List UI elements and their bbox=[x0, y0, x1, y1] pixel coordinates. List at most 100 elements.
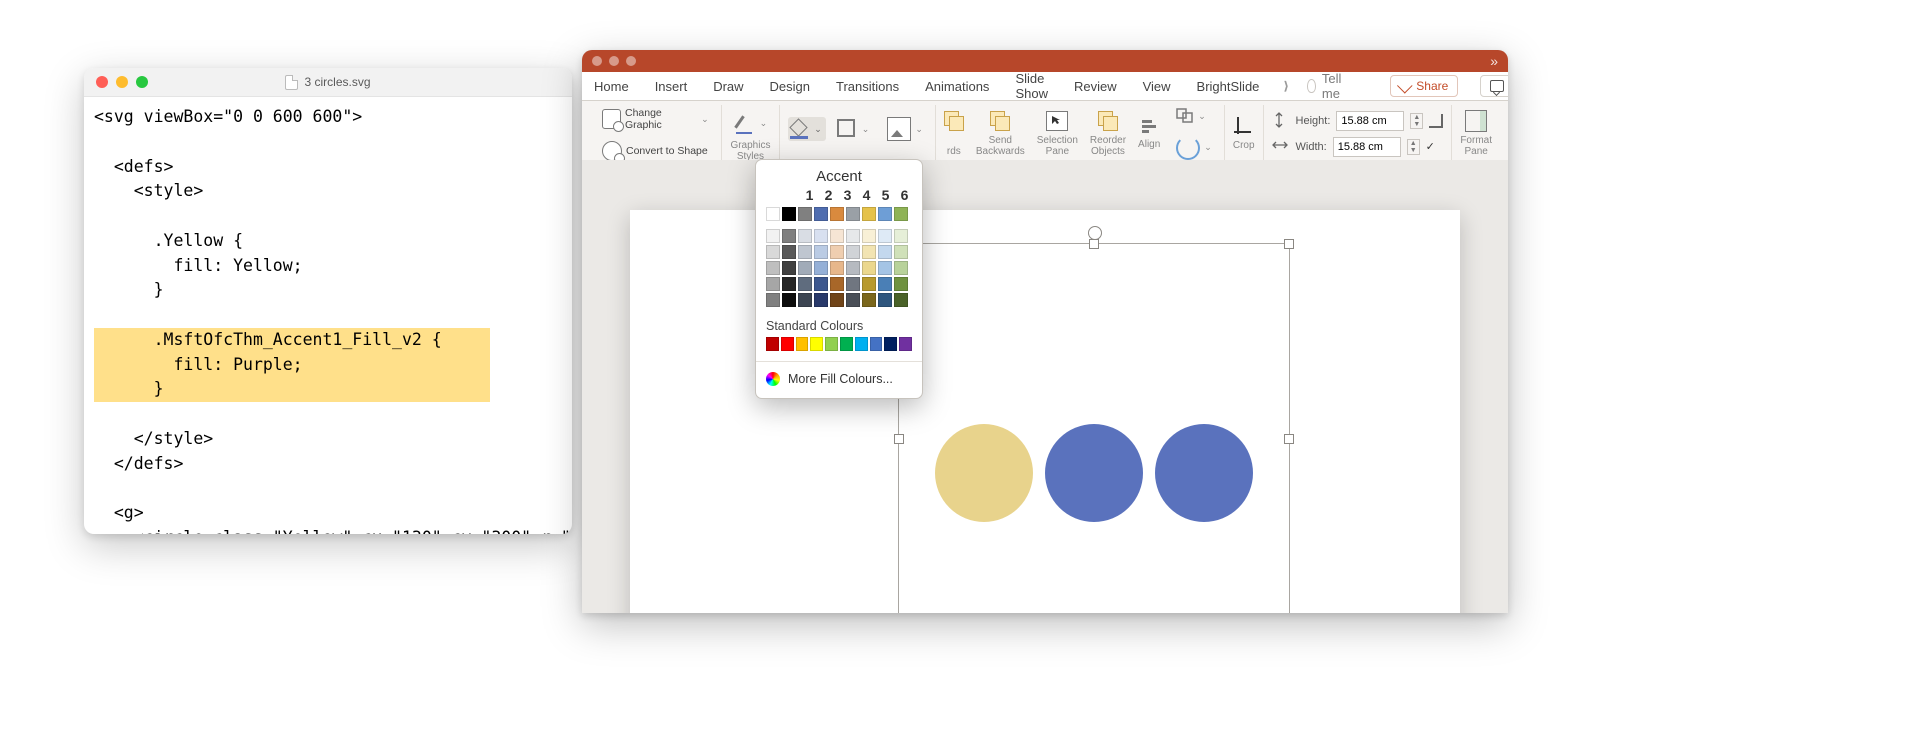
color-swatch[interactable] bbox=[781, 337, 794, 351]
selection-pane-icon[interactable] bbox=[1046, 111, 1068, 131]
color-swatch[interactable] bbox=[846, 229, 860, 243]
color-swatch[interactable] bbox=[766, 229, 780, 243]
color-swatch[interactable] bbox=[899, 337, 912, 351]
color-swatch[interactable] bbox=[830, 261, 844, 275]
color-swatch[interactable] bbox=[798, 229, 812, 243]
color-swatch[interactable] bbox=[782, 293, 796, 307]
color-swatch[interactable] bbox=[846, 293, 860, 307]
height-stepper[interactable]: ▲▼ bbox=[1410, 113, 1423, 129]
color-swatch[interactable] bbox=[782, 277, 796, 291]
color-swatch[interactable] bbox=[814, 229, 828, 243]
comments-button[interactable]: Comments bbox=[1480, 75, 1508, 97]
align-icon[interactable] bbox=[1140, 117, 1158, 135]
reorder-icon[interactable] bbox=[1098, 111, 1118, 131]
color-swatch[interactable] bbox=[846, 277, 860, 291]
color-swatch[interactable] bbox=[782, 245, 796, 259]
color-swatch[interactable] bbox=[894, 261, 908, 275]
color-swatch[interactable] bbox=[766, 337, 779, 351]
tab-home[interactable]: Home bbox=[592, 73, 631, 100]
editor-code[interactable]: <svg viewBox="0 0 600 600"> <defs> <styl… bbox=[84, 97, 572, 534]
chevron-down-icon[interactable]: ⌄ bbox=[811, 124, 825, 135]
color-swatch[interactable] bbox=[878, 261, 892, 275]
color-swatch[interactable] bbox=[862, 277, 876, 291]
picture-button[interactable]: ⌄ bbox=[883, 115, 927, 143]
color-swatch[interactable] bbox=[766, 277, 780, 291]
color-swatch[interactable] bbox=[862, 261, 876, 275]
tab-slide-show[interactable]: Slide Show bbox=[1013, 65, 1050, 107]
color-swatch[interactable] bbox=[840, 337, 853, 351]
width-stepper[interactable]: ▲▼ bbox=[1407, 139, 1420, 155]
color-swatch[interactable] bbox=[878, 245, 892, 259]
tab-animations[interactable]: Animations bbox=[923, 73, 991, 100]
circle-blue-1[interactable] bbox=[1045, 424, 1143, 522]
height-input[interactable] bbox=[1336, 111, 1404, 131]
color-swatch[interactable] bbox=[862, 229, 876, 243]
resize-handle-n[interactable] bbox=[1089, 239, 1099, 249]
color-swatch[interactable] bbox=[862, 293, 876, 307]
color-swatch[interactable] bbox=[846, 207, 860, 221]
change-graphic-button[interactable]: Change Graphic ⌄ bbox=[598, 105, 713, 133]
color-swatch[interactable] bbox=[798, 261, 812, 275]
color-swatch[interactable] bbox=[782, 207, 796, 221]
rotate-handle[interactable] bbox=[1088, 226, 1102, 240]
color-swatch[interactable] bbox=[878, 229, 892, 243]
color-swatch[interactable] bbox=[894, 229, 908, 243]
aspect-lock-icon[interactable] bbox=[1429, 114, 1443, 128]
color-swatch[interactable] bbox=[782, 229, 796, 243]
color-swatch[interactable] bbox=[766, 261, 780, 275]
resize-handle-ne[interactable] bbox=[1284, 239, 1294, 249]
color-swatch[interactable] bbox=[884, 337, 897, 351]
color-swatch[interactable] bbox=[798, 207, 812, 221]
color-swatch[interactable] bbox=[846, 261, 860, 275]
group-button[interactable]: ⌄ bbox=[1172, 106, 1216, 128]
rotate-button[interactable]: ⌄ bbox=[1172, 134, 1216, 162]
color-swatch[interactable] bbox=[878, 277, 892, 291]
crop-icon[interactable] bbox=[1234, 117, 1254, 137]
color-swatch[interactable] bbox=[766, 293, 780, 307]
tab-insert[interactable]: Insert bbox=[653, 73, 690, 100]
color-swatch[interactable] bbox=[878, 207, 892, 221]
color-swatch[interactable] bbox=[814, 293, 828, 307]
graphics-styles-button[interactable]: ⌄ bbox=[730, 111, 772, 137]
shape-fill-button[interactable]: ⌄ bbox=[788, 117, 826, 141]
color-swatch[interactable] bbox=[782, 261, 796, 275]
chevron-double-right-icon[interactable]: » bbox=[1490, 53, 1498, 69]
commit-icon[interactable]: ✓ bbox=[1426, 140, 1442, 154]
tab-brightslide[interactable]: BrightSlide bbox=[1195, 73, 1262, 100]
tab-design[interactable]: Design bbox=[768, 73, 812, 100]
color-swatch[interactable] bbox=[814, 207, 828, 221]
send-backward-icon[interactable] bbox=[990, 111, 1010, 131]
color-swatch[interactable] bbox=[796, 337, 809, 351]
minimize-icon[interactable] bbox=[609, 56, 619, 66]
color-swatch[interactable] bbox=[894, 277, 908, 291]
resize-handle-e[interactable] bbox=[1284, 434, 1294, 444]
color-swatch[interactable] bbox=[766, 245, 780, 259]
color-swatch[interactable] bbox=[894, 207, 908, 221]
color-swatch[interactable] bbox=[830, 277, 844, 291]
width-input[interactable] bbox=[1333, 137, 1401, 157]
shape-outline-button[interactable]: ⌄ bbox=[832, 116, 874, 142]
share-button[interactable]: Share bbox=[1390, 75, 1458, 97]
color-swatch[interactable] bbox=[894, 245, 908, 259]
color-swatch[interactable] bbox=[825, 337, 838, 351]
color-swatch[interactable] bbox=[870, 337, 883, 351]
tab-transitions[interactable]: Transitions bbox=[834, 73, 901, 100]
format-pane-icon[interactable] bbox=[1465, 110, 1487, 132]
color-swatch[interactable] bbox=[862, 207, 876, 221]
resize-handle-w[interactable] bbox=[894, 434, 904, 444]
tab-review[interactable]: Review bbox=[1072, 73, 1119, 100]
tell-me-search[interactable]: Tell me bbox=[1307, 71, 1347, 101]
color-swatch[interactable] bbox=[798, 245, 812, 259]
color-swatch[interactable] bbox=[846, 245, 860, 259]
color-swatch[interactable] bbox=[766, 207, 780, 221]
color-swatch[interactable] bbox=[878, 293, 892, 307]
color-swatch[interactable] bbox=[830, 245, 844, 259]
color-swatch[interactable] bbox=[830, 229, 844, 243]
circle-yellow[interactable] bbox=[935, 424, 1033, 522]
color-swatch[interactable] bbox=[814, 245, 828, 259]
more-fill-colours-button[interactable]: More Fill Colours... bbox=[756, 366, 922, 392]
slide-canvas[interactable] bbox=[582, 160, 1508, 613]
tab-view[interactable]: View bbox=[1141, 73, 1173, 100]
color-swatch[interactable] bbox=[830, 293, 844, 307]
color-swatch[interactable] bbox=[798, 293, 812, 307]
